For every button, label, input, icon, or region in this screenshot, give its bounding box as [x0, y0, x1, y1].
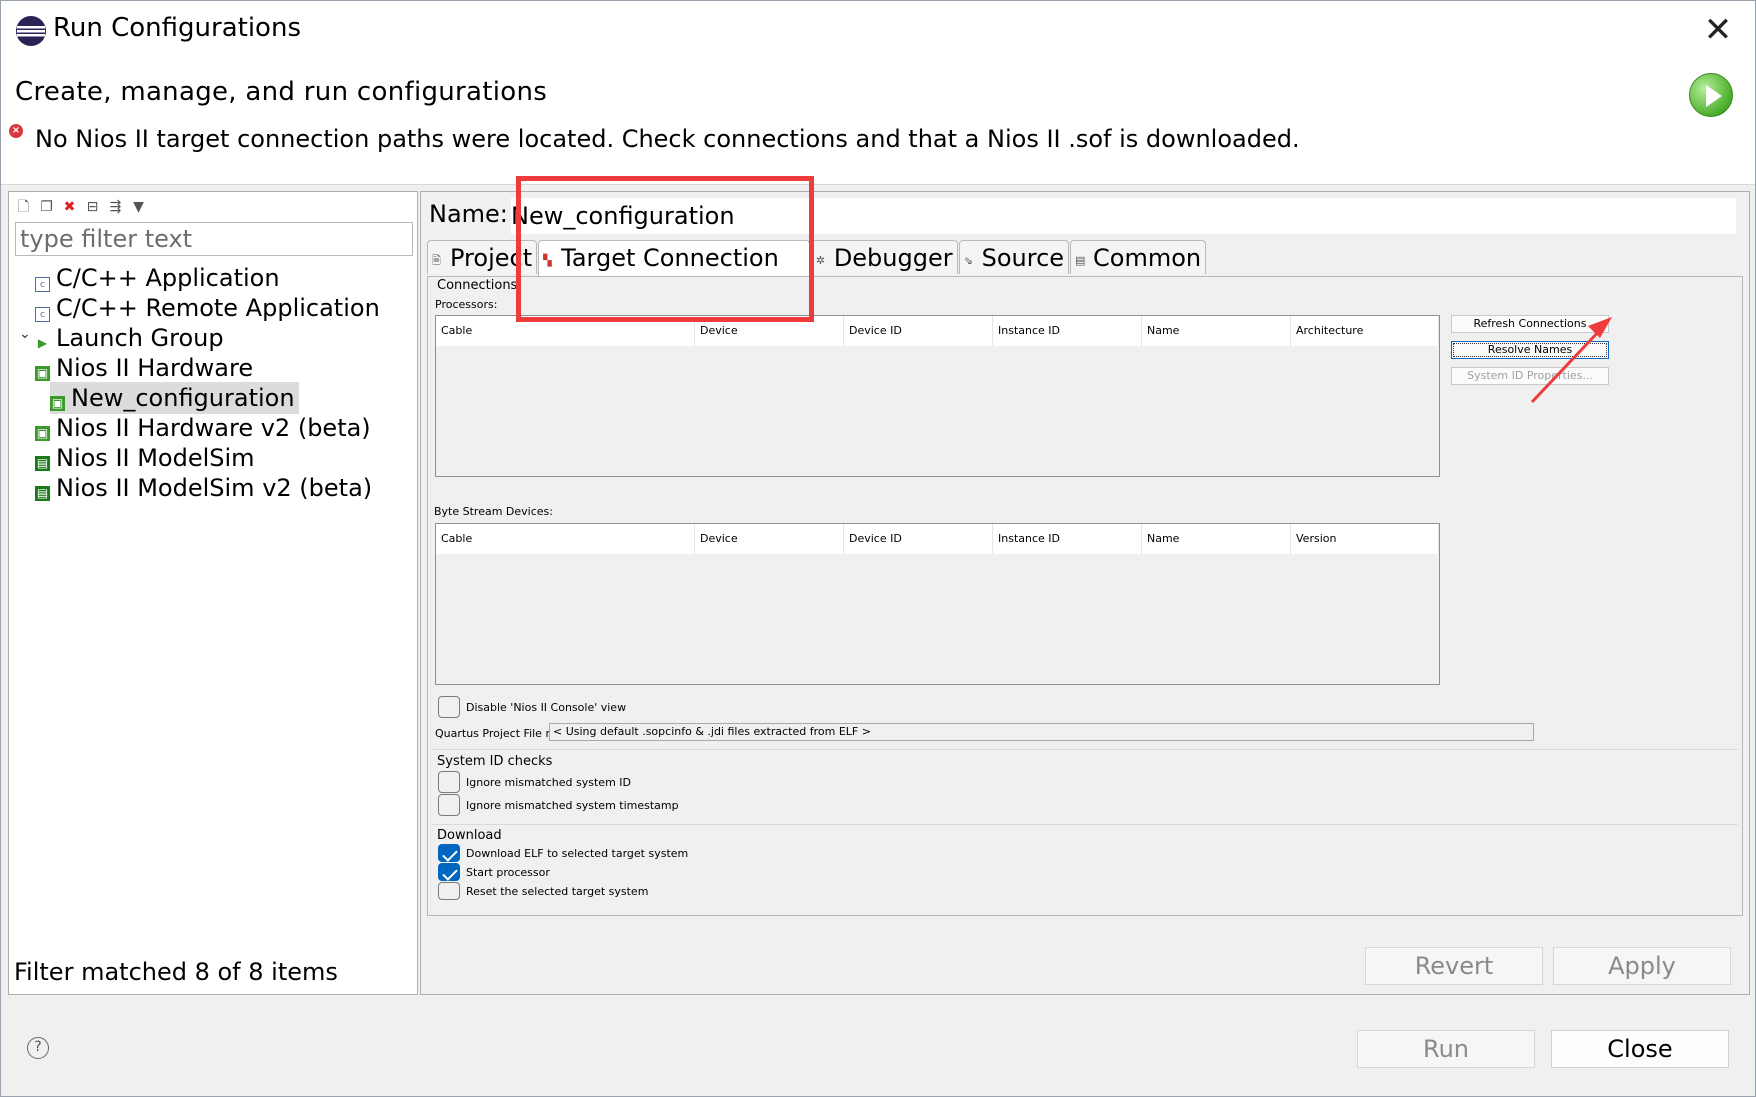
annotation-arrow [1530, 317, 1612, 404]
